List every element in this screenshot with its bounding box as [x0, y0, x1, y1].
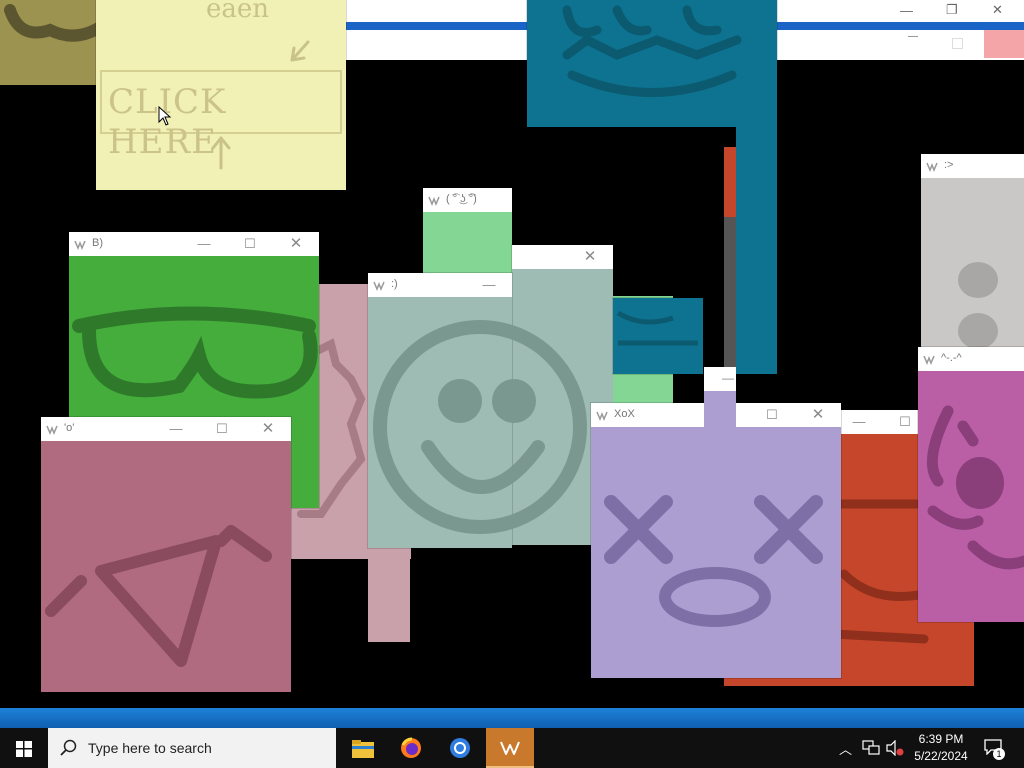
app-logo-icon — [46, 425, 58, 435]
search-icon — [60, 739, 77, 756]
purple-strip-titlebar[interactable]: — — [704, 367, 736, 391]
app-logo-icon — [428, 196, 440, 206]
sticky-note-text-top: eaen — [206, 0, 270, 24]
folder-icon — [352, 740, 374, 758]
file-explorer-button[interactable] — [340, 728, 386, 768]
b-titlebar[interactable]: B) — ☐ ✕ — [69, 232, 319, 256]
xox-window[interactable]: XoX ☐ ✕ — [591, 403, 841, 678]
smiley-face-drawing — [373, 320, 587, 534]
firefox-icon — [401, 737, 421, 758]
minimize-button[interactable]: — — [836, 410, 882, 434]
chrome-button[interactable] — [437, 728, 483, 768]
caret-titlebar[interactable]: ^-.-^ — [918, 347, 1024, 371]
top-window-close-button[interactable]: ✕ — [992, 2, 1003, 18]
window-title: 'o' — [64, 422, 75, 434]
close-button[interactable]: ✕ — [273, 232, 319, 256]
smiley-titlebar[interactable]: :) — — [368, 273, 512, 297]
start-button[interactable] — [0, 728, 48, 768]
app-logo-icon — [373, 281, 385, 291]
second-window-close-button[interactable] — [984, 30, 1024, 58]
smiley-back-titlebar[interactable]: ✕ — [512, 245, 613, 269]
minimize-button[interactable]: — — [466, 273, 512, 297]
second-window-maximize-button[interactable] — [952, 38, 963, 49]
close-button[interactable]: ✕ — [245, 417, 291, 441]
click-here-box[interactable]: CLICK HERE — [100, 70, 342, 162]
caret-face-drawing — [926, 405, 1024, 570]
window-title: XoX — [614, 408, 635, 420]
maximize-button[interactable]: ☐ — [199, 417, 245, 441]
chrome-icon — [450, 738, 470, 758]
top-window-restore-button[interactable]: ❐ — [946, 2, 958, 18]
teal-window-extension — [736, 126, 777, 374]
colon-gt-window[interactable]: :> — [921, 154, 1024, 349]
teal-face-window[interactable] — [527, 0, 777, 127]
maximize-button[interactable]: ☐ — [227, 232, 273, 256]
hearts-window[interactable]: 'o' — ☐ ✕ — [41, 417, 291, 692]
network-icon[interactable] — [862, 740, 880, 756]
hearts-face — [41, 441, 291, 692]
minimize-button[interactable]: — — [722, 371, 734, 385]
notification-center-button[interactable]: 1 — [978, 728, 1024, 768]
firefox-button[interactable] — [388, 728, 434, 768]
pink-window-extension — [368, 548, 410, 642]
app-logo-icon — [596, 411, 608, 421]
lenny-titlebar[interactable]: ( ͡° ͜ʖ ͡°) — [423, 188, 512, 212]
clock-date: 5/22/2024 — [914, 749, 968, 763]
xox-face — [591, 427, 841, 678]
search-box[interactable]: Type here to search — [48, 728, 336, 768]
face-app-button[interactable] — [486, 728, 534, 768]
minimize-button[interactable]: — — [181, 232, 227, 256]
search-placeholder: Type here to search — [88, 740, 212, 756]
second-window-minimize-button[interactable] — [908, 36, 918, 37]
clock-time: 6:39 PM — [918, 732, 964, 746]
taskbar-accent-band — [0, 708, 1024, 728]
maximize-button[interactable]: ☐ — [749, 403, 795, 427]
teal-face-drawing — [562, 5, 742, 97]
app-logo-icon — [926, 162, 938, 172]
window-title: :) — [391, 278, 398, 290]
show-hidden-icons-chevron-up-icon[interactable]: ︿ — [839, 739, 852, 758]
app-logo-icon — [923, 355, 935, 365]
mouse-cursor-icon — [158, 106, 172, 126]
window-title: B) — [92, 237, 103, 249]
minimize-button[interactable]: — — [153, 417, 199, 441]
grey-strip-window — [724, 217, 736, 367]
teal-small-window[interactable] — [613, 298, 703, 374]
triangle-face-drawing — [45, 525, 272, 667]
xox-face-drawing — [604, 495, 823, 627]
window-title: ^-.-^ — [941, 352, 962, 364]
taskbar: Type here to search ︿ 6:39 PM 5/22/2024 — [0, 728, 1024, 768]
arrow-up-icon — [211, 136, 231, 170]
notification-count-badge: 1 — [993, 748, 1005, 760]
volume-muted-icon[interactable] — [886, 740, 904, 756]
orange-strip-window — [724, 147, 736, 217]
sticky-note[interactable]: eaen CLICK HERE — [96, 0, 346, 190]
windows-logo-icon — [16, 741, 32, 757]
close-button[interactable]: ✕ — [795, 403, 841, 427]
colon-gt-titlebar[interactable]: :> — [921, 154, 1024, 178]
caret-face-window[interactable]: ^-.-^ — [918, 347, 1024, 622]
app-logo-icon — [500, 741, 520, 755]
app-logo-icon — [74, 240, 86, 250]
window-title: :> — [944, 159, 954, 171]
window-title: ( ͡° ͜ʖ ͡°) — [446, 193, 477, 205]
clock[interactable]: 6:39 PM 5/22/2024 — [908, 731, 974, 765]
top-window-minimize-button[interactable]: — — [900, 3, 913, 18]
hearts-titlebar[interactable]: 'o' — ☐ ✕ — [41, 417, 291, 441]
teal-small-face — [616, 310, 698, 346]
close-button[interactable]: ✕ — [567, 245, 613, 269]
arrow-down-left-icon — [290, 40, 310, 62]
colon-gt-face-drawing — [958, 262, 998, 349]
